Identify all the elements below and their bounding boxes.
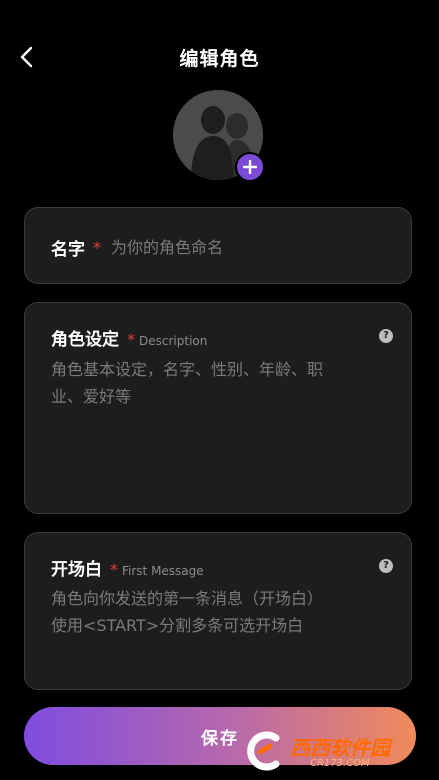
required-mark: * xyxy=(127,330,135,349)
watermark-logo-icon xyxy=(247,731,280,771)
avatar-section[interactable] xyxy=(173,90,265,182)
page-title: 编辑角色 xyxy=(179,48,260,70)
required-mark: * xyxy=(93,238,101,257)
first-message-placeholder-line1: 角色向你发送的第一条消息（开场白） xyxy=(51,589,324,608)
description-placeholder-line1: 角色基本设定，名字、性别、年龄、职 xyxy=(51,360,324,379)
name-label: 名字 xyxy=(51,240,85,260)
description-label: 角色设定 xyxy=(51,330,119,350)
plus-icon xyxy=(243,160,257,174)
name-placeholder: 为你的角色命名 xyxy=(111,238,224,257)
watermark-subtext: CR173.COM xyxy=(310,758,370,769)
question-icon[interactable]: ? xyxy=(379,559,393,573)
watermark-text: 西西软件园 xyxy=(290,736,390,760)
name-field[interactable]: 名字 * 为你的角色命名 xyxy=(24,207,412,284)
first-message-field[interactable]: 开场白 * First Message ? 角色向你发送的第一条消息（开场白） … xyxy=(24,532,412,690)
description-sublabel: Description xyxy=(139,334,208,348)
first-message-label: 开场白 xyxy=(51,560,102,580)
question-icon[interactable]: ? xyxy=(379,329,393,343)
first-message-placeholder-line2: 使用<START>分割多条可选开场白 xyxy=(51,616,304,635)
watermark: 西西软件园 CR173.COM xyxy=(240,728,436,774)
required-mark: * xyxy=(110,560,118,579)
save-button-label: 保存 xyxy=(201,728,239,749)
description-placeholder-line2: 业、爱好等 xyxy=(51,387,132,406)
description-field[interactable]: 角色设定 * Description ? 角色基本设定，名字、性别、年龄、职 业… xyxy=(24,302,412,514)
add-avatar-button[interactable] xyxy=(235,152,265,182)
first-message-sublabel: First Message xyxy=(122,564,204,578)
